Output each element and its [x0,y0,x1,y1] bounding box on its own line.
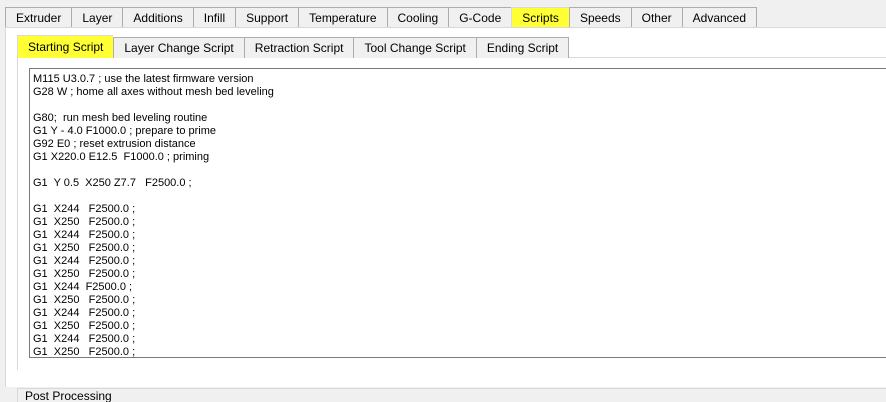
post-processing-label: Post Processing [23,390,115,402]
tab-layer[interactable]: Layer [71,7,123,27]
tab-retraction-script[interactable]: Retraction Script [243,37,354,58]
tab-speeds[interactable]: Speeds [568,7,631,27]
tab-tool-change-script[interactable]: Tool Change Script [353,37,476,58]
post-processing-group [17,388,886,402]
slicer-settings-window: Extruder Layer Additions Infill Support … [0,0,886,402]
tab-cooling[interactable]: Cooling [386,7,449,27]
tab-other[interactable]: Other [630,7,682,27]
script-tab-bar: Starting Script Layer Change Script Retr… [17,35,570,58]
settings-tab-bar: Extruder Layer Additions Infill Support … [5,7,758,28]
tab-scripts[interactable]: Scripts [511,7,569,27]
tab-g-code[interactable]: G-Code [448,7,512,27]
script-editor[interactable]: M115 U3.0.7 ; use the latest firmware ve… [29,68,886,358]
tab-additions[interactable]: Additions [122,7,193,27]
tab-extruder[interactable]: Extruder [5,7,72,27]
script-text[interactable]: M115 U3.0.7 ; use the latest firmware ve… [30,69,886,357]
tab-layer-change-script[interactable]: Layer Change Script [113,37,244,58]
tab-temperature[interactable]: Temperature [298,7,387,27]
tab-infill[interactable]: Infill [192,7,236,27]
tab-ending-script[interactable]: Ending Script [475,37,570,58]
tab-support[interactable]: Support [235,7,299,27]
tab-advanced[interactable]: Advanced [681,7,758,27]
tab-starting-script[interactable]: Starting Script [17,35,114,58]
